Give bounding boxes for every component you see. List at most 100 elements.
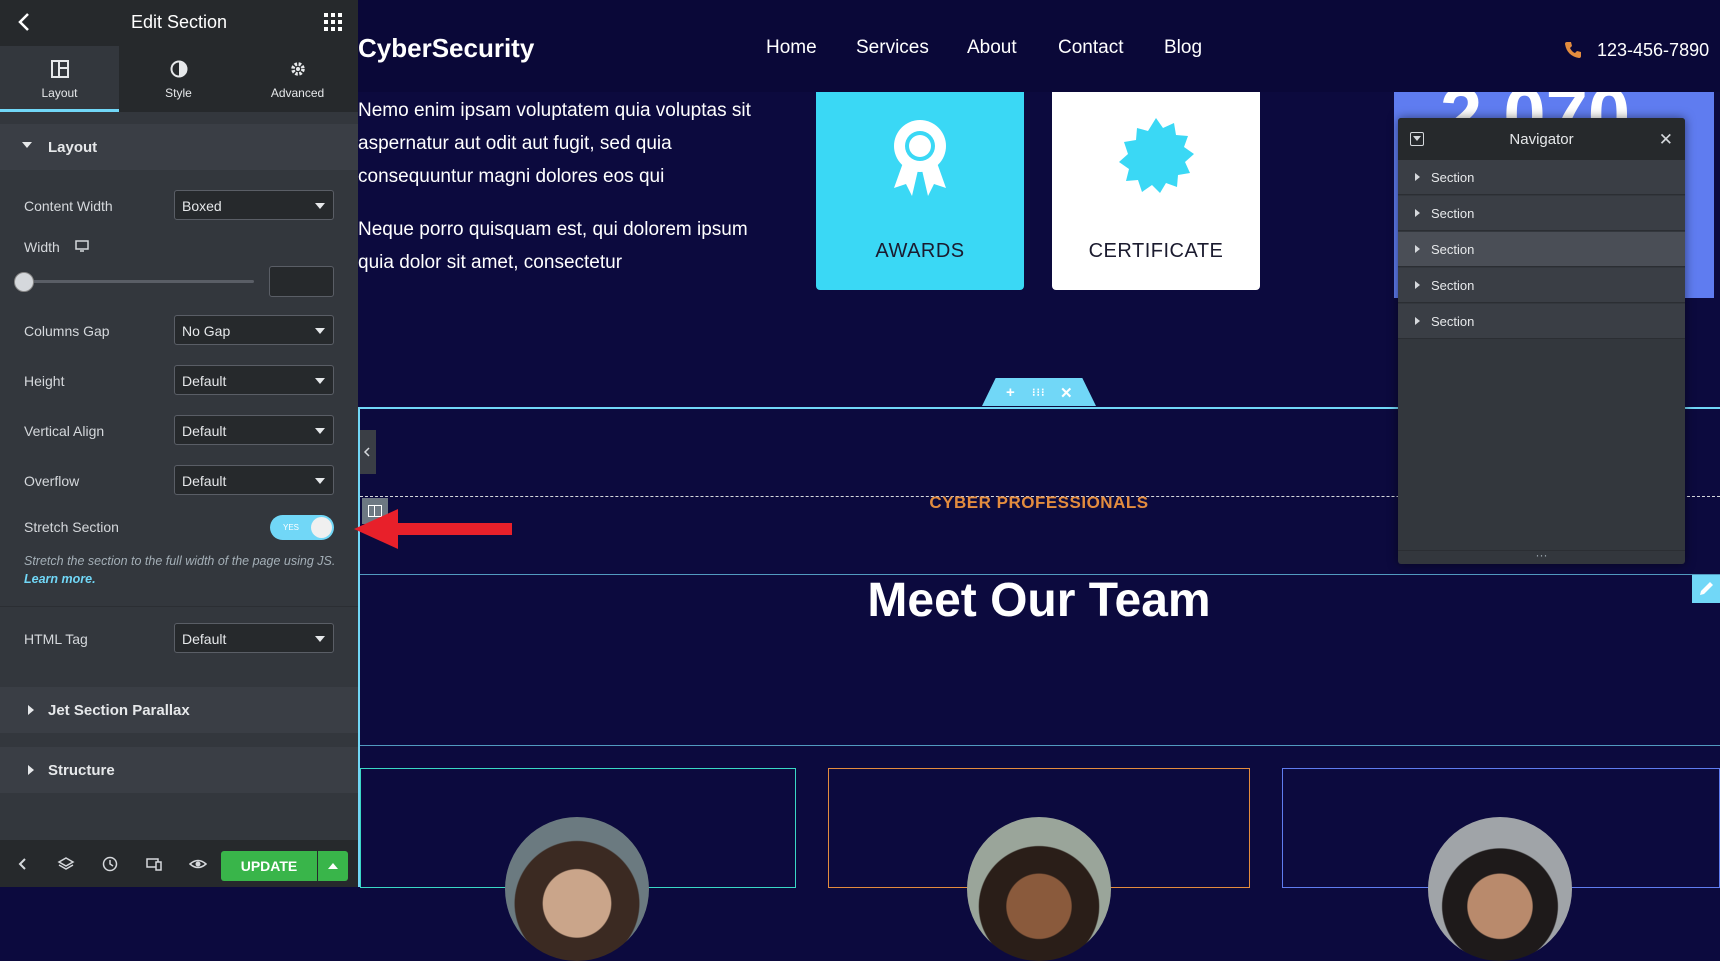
select-value: Default: [182, 423, 227, 439]
eye-icon[interactable]: [189, 855, 207, 873]
nav-about[interactable]: About: [967, 37, 1017, 59]
responsive-icon[interactable]: [145, 855, 163, 873]
desktop-icon[interactable]: [75, 240, 89, 252]
tab-layout[interactable]: Layout: [0, 46, 119, 112]
section-label: Jet Section Parallax: [48, 702, 190, 719]
navigator-item-label: Section: [1431, 206, 1475, 221]
toggle-text: YES: [283, 523, 300, 532]
select-value: Boxed: [182, 198, 222, 214]
content-width-select[interactable]: Boxed: [174, 190, 334, 220]
panel-header: Edit Section: [0, 0, 358, 46]
card-caption: AWARDS: [875, 240, 965, 262]
navigator-item-section[interactable]: Section: [1398, 304, 1685, 339]
update-button[interactable]: UPDATE: [221, 851, 317, 881]
contrast-icon: [170, 60, 187, 78]
widget-outline: [358, 745, 1720, 746]
avatar: [1428, 817, 1572, 961]
navigator-header[interactable]: Navigator ✕: [1398, 118, 1685, 160]
editor-panel: Edit Section Layout Style Advanced Layou…: [0, 0, 358, 887]
width-slider-handle[interactable]: [14, 272, 34, 292]
certificate-badge-icon: [1119, 118, 1194, 193]
stretch-section-toggle[interactable]: YES: [270, 515, 334, 540]
chevron-left-icon[interactable]: [14, 855, 32, 873]
tab-style[interactable]: Style: [119, 46, 238, 112]
height-select[interactable]: Default: [174, 365, 334, 395]
edit-pencil-icon[interactable]: [1692, 575, 1720, 603]
history-icon[interactable]: [101, 855, 119, 873]
tab-label: Advanced: [270, 86, 325, 100]
navigator-item-section[interactable]: Section: [1398, 268, 1685, 303]
gear-icon: [290, 62, 305, 76]
caret-down-icon: [315, 478, 325, 484]
navigator-item-section[interactable]: Section: [1398, 160, 1685, 195]
caret-right-icon: [28, 705, 34, 715]
caret-right-icon: [28, 765, 34, 775]
navigator-item-section[interactable]: Section: [1398, 196, 1685, 231]
site-logo[interactable]: CyberSecurity: [358, 33, 534, 64]
caret-right-icon[interactable]: [1415, 209, 1420, 217]
intro-paragraph: Neque porro quisquam est, qui dolorem ip…: [358, 219, 748, 273]
section-heading: Meet Our Team: [867, 574, 1211, 627]
html-tag-select[interactable]: Default: [174, 623, 334, 653]
close-icon[interactable]: ✕: [1659, 130, 1673, 150]
stretch-section-label: Stretch Section: [24, 519, 119, 535]
navigator-item-section[interactable]: Section: [1398, 232, 1685, 267]
avatar: [505, 817, 649, 961]
overflow-select[interactable]: Default: [174, 465, 334, 495]
navigator-item-label: Section: [1431, 278, 1475, 293]
columns-gap-select[interactable]: No Gap: [174, 315, 334, 345]
vertical-align-select[interactable]: Default: [174, 415, 334, 445]
select-value: Default: [182, 473, 227, 489]
height-label: Height: [24, 373, 65, 389]
apps-grid-icon[interactable]: [324, 13, 342, 31]
section-toggle-layout[interactable]: Layout: [0, 124, 358, 170]
divider: [0, 606, 358, 607]
toggle-knob: [311, 517, 332, 538]
width-number-input[interactable]: [269, 266, 334, 297]
section-handle[interactable]: + ⁝⁝⁝ ✕: [982, 378, 1096, 406]
select-value: Default: [182, 373, 227, 389]
stretch-description: Stretch the section to the full width of…: [24, 552, 344, 588]
width-slider-track[interactable]: [24, 280, 254, 283]
caret-right-icon[interactable]: [1415, 173, 1420, 181]
section-toggle-jet-parallax[interactable]: Jet Section Parallax: [0, 687, 358, 733]
caret-down-icon: [315, 378, 325, 384]
nav-services[interactable]: Services: [856, 37, 929, 59]
drag-handle-icon[interactable]: ⁝⁝⁝: [1032, 386, 1046, 399]
tab-advanced[interactable]: Advanced: [238, 46, 357, 112]
layout-icon: [50, 60, 69, 78]
section-toggle-structure[interactable]: Structure: [0, 747, 358, 793]
update-options-button[interactable]: [318, 851, 348, 881]
caret-right-icon[interactable]: [1415, 245, 1420, 253]
nav-home[interactable]: Home: [766, 37, 817, 59]
caret-right-icon[interactable]: [1415, 317, 1420, 325]
intro-paragraph: Nemo enim ipsam voluptatem quia voluptas…: [358, 100, 751, 187]
card-caption: CERTIFICATE: [1088, 240, 1224, 262]
caret-down-icon: [315, 636, 325, 642]
section-label: Layout: [48, 139, 98, 156]
caret-down-icon: [22, 142, 32, 148]
html-tag-label: HTML Tag: [24, 631, 88, 647]
content-width-label: Content Width: [24, 198, 113, 214]
add-icon[interactable]: +: [1006, 384, 1015, 401]
vertical-align-label: Vertical Align: [24, 423, 105, 439]
caret-down-icon: [315, 203, 325, 209]
site-header: [358, 0, 1720, 92]
learn-more-link[interactable]: Learn more.: [24, 572, 96, 586]
tab-label: Layout: [41, 86, 78, 100]
caret-right-icon[interactable]: [1415, 281, 1420, 289]
navigator-resize-handle[interactable]: ···: [1398, 549, 1685, 564]
select-value: No Gap: [182, 323, 231, 339]
nav-contact[interactable]: Contact: [1058, 37, 1123, 59]
certificate-card: CERTIFICATE: [1052, 92, 1260, 290]
close-icon[interactable]: ✕: [1060, 384, 1073, 402]
layers-icon[interactable]: [57, 855, 75, 873]
description-text: Stretch the section to the full width of…: [24, 554, 336, 568]
award-ribbon-icon: [894, 120, 946, 196]
caret-up-icon: [328, 863, 338, 869]
navigator-item-label: Section: [1431, 314, 1475, 329]
panel-title: Edit Section: [130, 12, 228, 32]
tab-label: Style: [165, 86, 192, 100]
nav-blog[interactable]: Blog: [1164, 37, 1202, 59]
panel-tabs: Layout Style Advanced: [0, 46, 358, 112]
